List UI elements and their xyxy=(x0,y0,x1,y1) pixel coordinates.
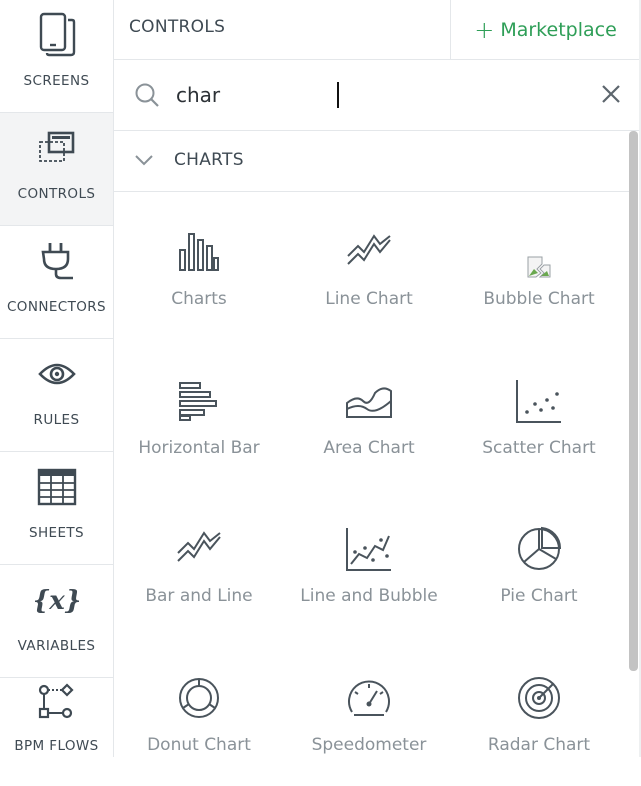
search-bar xyxy=(114,60,639,131)
left-nav: SCREENS CONTROLS CONNECTORS RULES SHEETS… xyxy=(0,0,114,757)
control-label: Area Chart xyxy=(323,438,415,458)
spreadsheet-icon xyxy=(0,462,113,512)
control-tile-bar-and-line[interactable]: Bar and Line xyxy=(114,489,284,637)
plug-icon xyxy=(0,236,113,286)
nav-item-rules[interactable]: RULES xyxy=(0,339,113,452)
control-label: Bubble Chart xyxy=(483,289,595,309)
nav-item-variables[interactable]: {x} VARIABLES xyxy=(0,565,113,678)
marketplace-button[interactable]: + Marketplace xyxy=(450,0,640,59)
bar-chart-icon xyxy=(114,228,284,276)
control-tile-pie-chart[interactable]: Pie Chart xyxy=(454,489,624,637)
control-label: Pie Chart xyxy=(500,586,578,606)
control-tile-line-and-bubble[interactable]: Line and Bubble xyxy=(284,489,454,637)
control-label: Bar and Line xyxy=(145,586,253,606)
control-tile-bubble-chart[interactable]: Bubble Chart xyxy=(454,192,624,340)
charts-section-header[interactable]: CHARTS xyxy=(114,131,629,192)
control-tile-line-chart[interactable]: Line Chart xyxy=(284,192,454,340)
control-tile-area-chart[interactable]: Area Chart xyxy=(284,341,454,489)
section-title: CHARTS xyxy=(174,150,244,170)
search-icon xyxy=(134,82,160,108)
control-tile-speedometer[interactable]: Speedometer xyxy=(284,638,454,786)
nav-label: CONNECTORS xyxy=(6,299,107,315)
line-bubble-icon xyxy=(284,525,454,573)
scatter-chart-icon xyxy=(454,377,624,425)
control-label: Scatter Chart xyxy=(482,438,596,458)
eye-icon xyxy=(0,349,113,399)
controls-grid: Charts Line Chart Bubble Chart Horizonta… xyxy=(114,192,629,757)
text-caret xyxy=(337,82,339,108)
svg-text:{x}: {x} xyxy=(35,586,79,616)
plus-icon: + xyxy=(474,15,495,44)
control-tile-scatter-chart[interactable]: Scatter Chart xyxy=(454,341,624,489)
flow-icon xyxy=(0,682,113,722)
vertical-scrollbar[interactable] xyxy=(629,131,638,671)
page-title: CONTROLS xyxy=(129,17,226,37)
chevron-down-icon xyxy=(134,153,154,167)
nav-label: CONTROLS xyxy=(17,186,96,202)
search-input[interactable] xyxy=(176,80,576,110)
control-label: Speedometer xyxy=(311,735,427,755)
control-label: Line and Bubble xyxy=(300,586,438,606)
nav-item-bpm-flows[interactable]: BPM FLOWS xyxy=(0,678,113,762)
variable-icon: {x} xyxy=(0,575,113,625)
nav-label: RULES xyxy=(33,412,80,428)
tablet-icon xyxy=(0,10,113,60)
donut-chart-icon xyxy=(114,674,284,722)
nav-label: SCREENS xyxy=(23,73,90,89)
control-label: Horizontal Bar xyxy=(138,438,260,458)
nav-item-connectors[interactable]: CONNECTORS xyxy=(0,226,113,339)
control-tile-charts[interactable]: Charts xyxy=(114,192,284,340)
speedometer-icon xyxy=(284,674,454,722)
line-chart-icon xyxy=(284,228,454,276)
nav-label: VARIABLES xyxy=(17,638,96,654)
controls-header: CONTROLS + Marketplace xyxy=(114,0,639,60)
controls-icon xyxy=(0,123,113,173)
marketplace-label: Marketplace xyxy=(500,18,617,41)
nav-item-sheets[interactable]: SHEETS xyxy=(0,452,113,565)
control-label: Donut Chart xyxy=(147,735,251,755)
radar-chart-icon xyxy=(454,674,624,722)
nav-item-screens[interactable]: SCREENS xyxy=(0,0,113,113)
control-tile-donut-chart[interactable]: Donut Chart xyxy=(114,638,284,786)
control-tile-radar-chart[interactable]: Radar Chart xyxy=(454,638,624,786)
broken-image-icon xyxy=(454,254,624,280)
control-label: Radar Chart xyxy=(487,735,591,755)
bar-line-icon xyxy=(114,525,284,573)
control-label: Charts xyxy=(171,289,227,309)
nav-label: BPM FLOWS xyxy=(14,738,99,754)
nav-label: SHEETS xyxy=(29,525,84,541)
horizontal-bar-icon xyxy=(114,377,284,425)
pie-chart-icon xyxy=(454,525,624,573)
control-label: Line Chart xyxy=(325,289,413,309)
clear-search-icon[interactable] xyxy=(600,83,622,105)
area-chart-icon xyxy=(284,377,454,425)
nav-item-controls[interactable]: CONTROLS xyxy=(0,113,113,226)
control-tile-horizontal-bar[interactable]: Horizontal Bar xyxy=(114,341,284,489)
